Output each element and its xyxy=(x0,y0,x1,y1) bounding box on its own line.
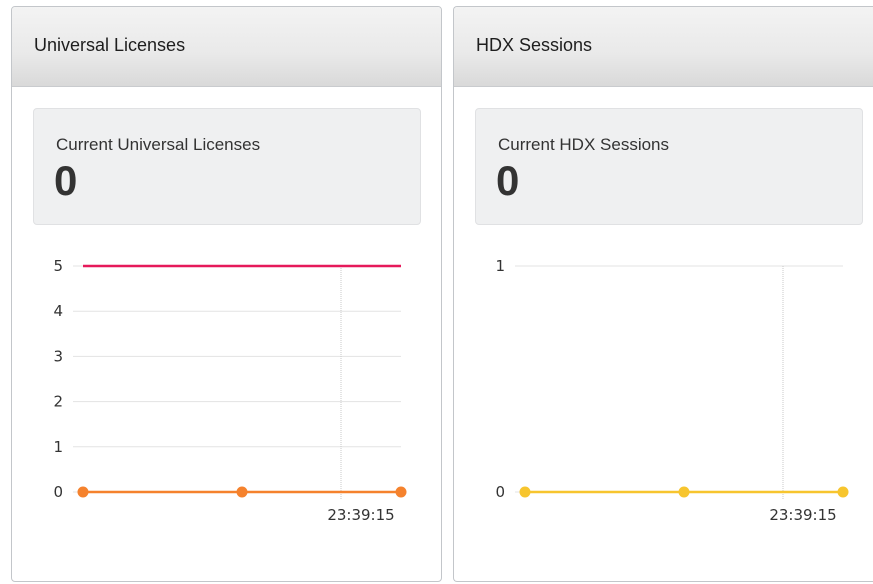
hdx-sessions-panel: HDX Sessions Current HDX Sessions 0 0 1 23… xyxy=(453,6,873,582)
data-point xyxy=(678,486,690,498)
hdx-sessions-chart: 0 1 23:39:15 xyxy=(495,257,849,524)
universal-licenses-chart: 0 1 2 3 4 5 23:39:15 xyxy=(53,257,407,524)
data-point xyxy=(395,486,407,498)
y-tick-label: 5 xyxy=(53,257,63,275)
y-tick-label: 1 xyxy=(53,438,63,456)
y-tick-label: 3 xyxy=(53,347,63,365)
y-tick-label: 4 xyxy=(53,302,63,320)
y-tick-label: 0 xyxy=(495,483,505,501)
data-point xyxy=(77,486,89,498)
universal-licenses-panel: Universal Licenses Current Universal Lic… xyxy=(11,6,442,582)
y-tick-label: 0 xyxy=(53,483,63,501)
x-tick-label: 23:39:15 xyxy=(769,506,836,524)
y-tick-label: 2 xyxy=(53,393,63,411)
data-point xyxy=(236,486,248,498)
data-point xyxy=(837,486,849,498)
x-tick-label: 23:39:15 xyxy=(327,506,394,524)
y-tick-label: 1 xyxy=(495,257,505,275)
data-point xyxy=(519,486,531,498)
